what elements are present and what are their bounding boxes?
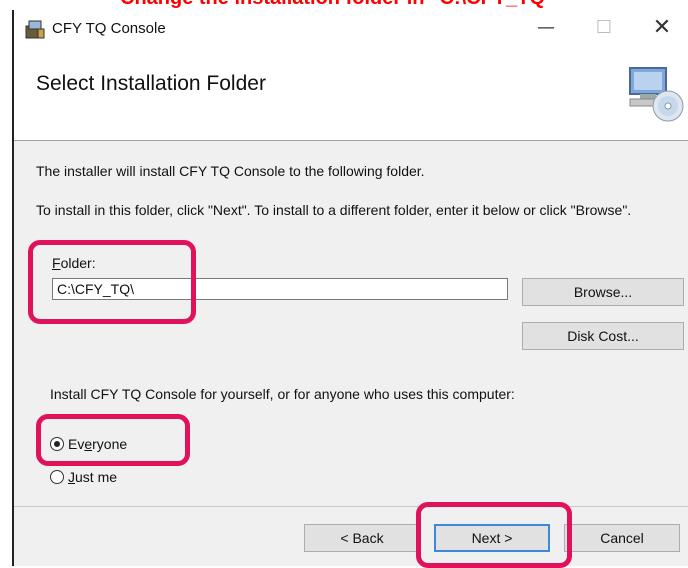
next-button[interactable]: Next > [434,524,550,552]
footer-divider [14,506,688,507]
computer-cd-icon [629,67,684,122]
installer-window: CFY TQ Console — ☐ ✕ Select Installation… [12,8,688,568]
radio-everyone-label-end: ryone [92,436,128,452]
folder-input[interactable]: C:\CFY_TQ\ [52,278,508,300]
page-title: Select Installation Folder [36,72,266,95]
installer-icon [25,20,45,39]
radio-just-me[interactable]: Just me [50,469,117,485]
install-for-text: Install CFY TQ Console for yourself, or … [50,386,515,402]
instruction-banner: Change the installation folder in "C:\CF… [0,0,688,10]
radio-everyone-indicator[interactable] [50,437,64,451]
folder-label-accelerator: F [52,255,61,271]
maximize-button[interactable]: ☐ [578,8,630,46]
radio-just-me-label-rest: ust me [75,469,118,485]
radio-everyone[interactable]: Everyone [50,436,127,452]
disk-cost-button[interactable]: Disk Cost... [522,322,684,350]
radio-everyone-label-start: Ev [68,436,85,452]
dialog-header: Select Installation Folder [14,46,688,141]
radio-just-me-accelerator: J [68,469,75,485]
close-button[interactable]: ✕ [636,8,688,46]
install-instructions-text: To install in this folder, click "Next".… [36,202,632,218]
window-title: CFY TQ Console [52,20,166,37]
title-bar[interactable]: CFY TQ Console — ☐ ✕ [14,8,688,46]
install-intro-text: The installer will install CFY TQ Consol… [36,163,425,179]
back-button[interactable]: < Back [304,524,420,552]
folder-label-text: older: [60,255,96,271]
radio-just-me-label: Just me [68,469,117,485]
radio-just-me-indicator[interactable] [50,470,64,484]
minimize-button[interactable]: — [520,8,572,46]
radio-everyone-accelerator: e [84,436,93,452]
radio-everyone-label: Everyone [68,436,127,452]
cancel-button[interactable]: Cancel [564,524,680,552]
instruction-text: Change the installation folder in "C:\CF… [120,0,555,10]
browse-button[interactable]: Browse... [522,278,684,306]
folder-label: Folder: [52,255,96,271]
